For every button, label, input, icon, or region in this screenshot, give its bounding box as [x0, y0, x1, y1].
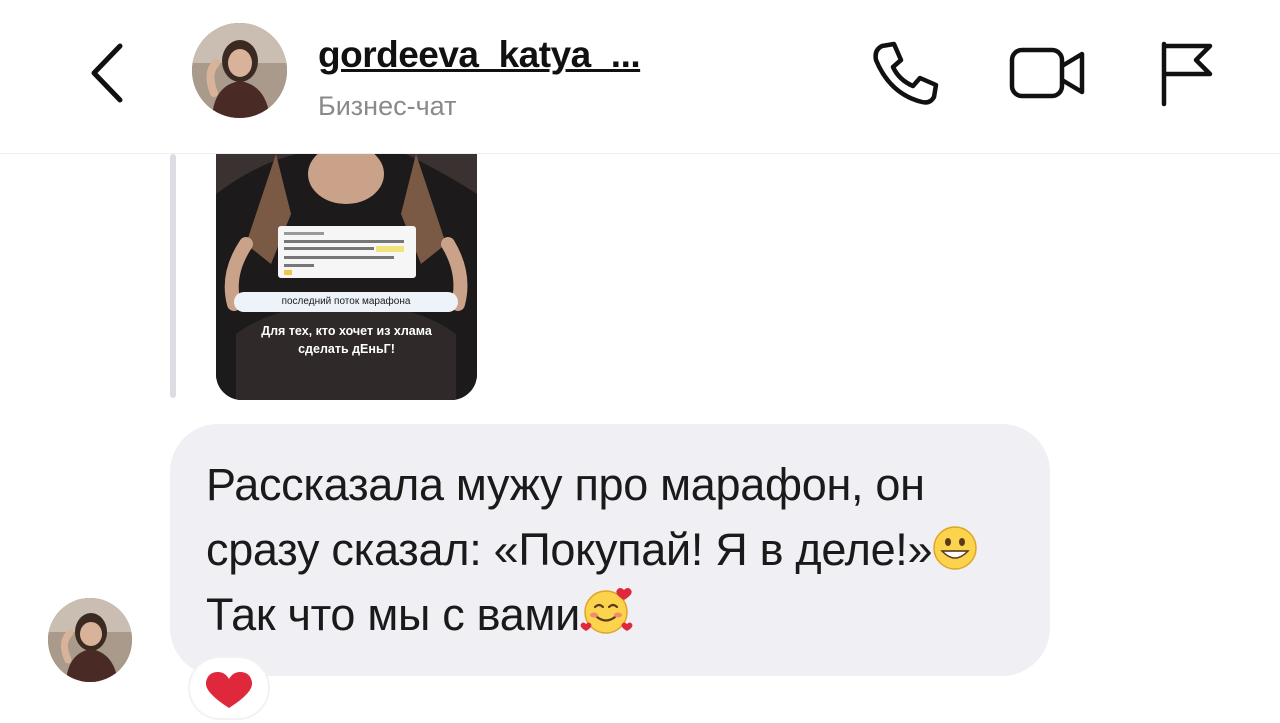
message-text-part1: Рассказала мужу про марафон, он сразу ск…: [206, 459, 933, 575]
message-text-part2: Так что мы с вами: [206, 589, 580, 640]
chat-username[interactable]: gordeeva_katya_...: [318, 34, 641, 76]
phone-icon[interactable]: [868, 38, 942, 108]
post-caption: Для тех, кто хочет из хлама сделать дЕнь…: [261, 324, 432, 356]
chat-subtitle: Бизнес-чат: [318, 91, 457, 121]
flag-icon[interactable]: [1156, 38, 1216, 108]
message-bubble[interactable]: Рассказала мужу про марафон, он сразу ск…: [170, 424, 1050, 676]
post-screenshot-thumbnail: [278, 226, 416, 278]
sender-avatar[interactable]: [48, 598, 132, 682]
reply-indicator-bar: [170, 154, 176, 398]
message-text: Рассказала мужу про марафон, он сразу ск…: [206, 452, 1026, 647]
video-camera-icon[interactable]: [1008, 42, 1088, 104]
message-reaction[interactable]: [190, 658, 268, 718]
chat-header: gordeeva_katya_... Бизнес-чат: [0, 0, 1280, 154]
grinning-face-icon: [933, 526, 977, 570]
red-heart-icon: [205, 672, 253, 708]
shared-post-preview[interactable]: последний поток марафона Для тех, кто хо…: [216, 154, 477, 400]
back-chevron-icon[interactable]: [82, 38, 132, 108]
post-link-tag[interactable]: последний поток марафона: [234, 292, 458, 312]
message-thread: последний поток марафона Для тех, кто хо…: [0, 154, 1280, 718]
smiling-face-with-hearts-icon: [580, 588, 633, 634]
avatar[interactable]: [192, 23, 287, 118]
